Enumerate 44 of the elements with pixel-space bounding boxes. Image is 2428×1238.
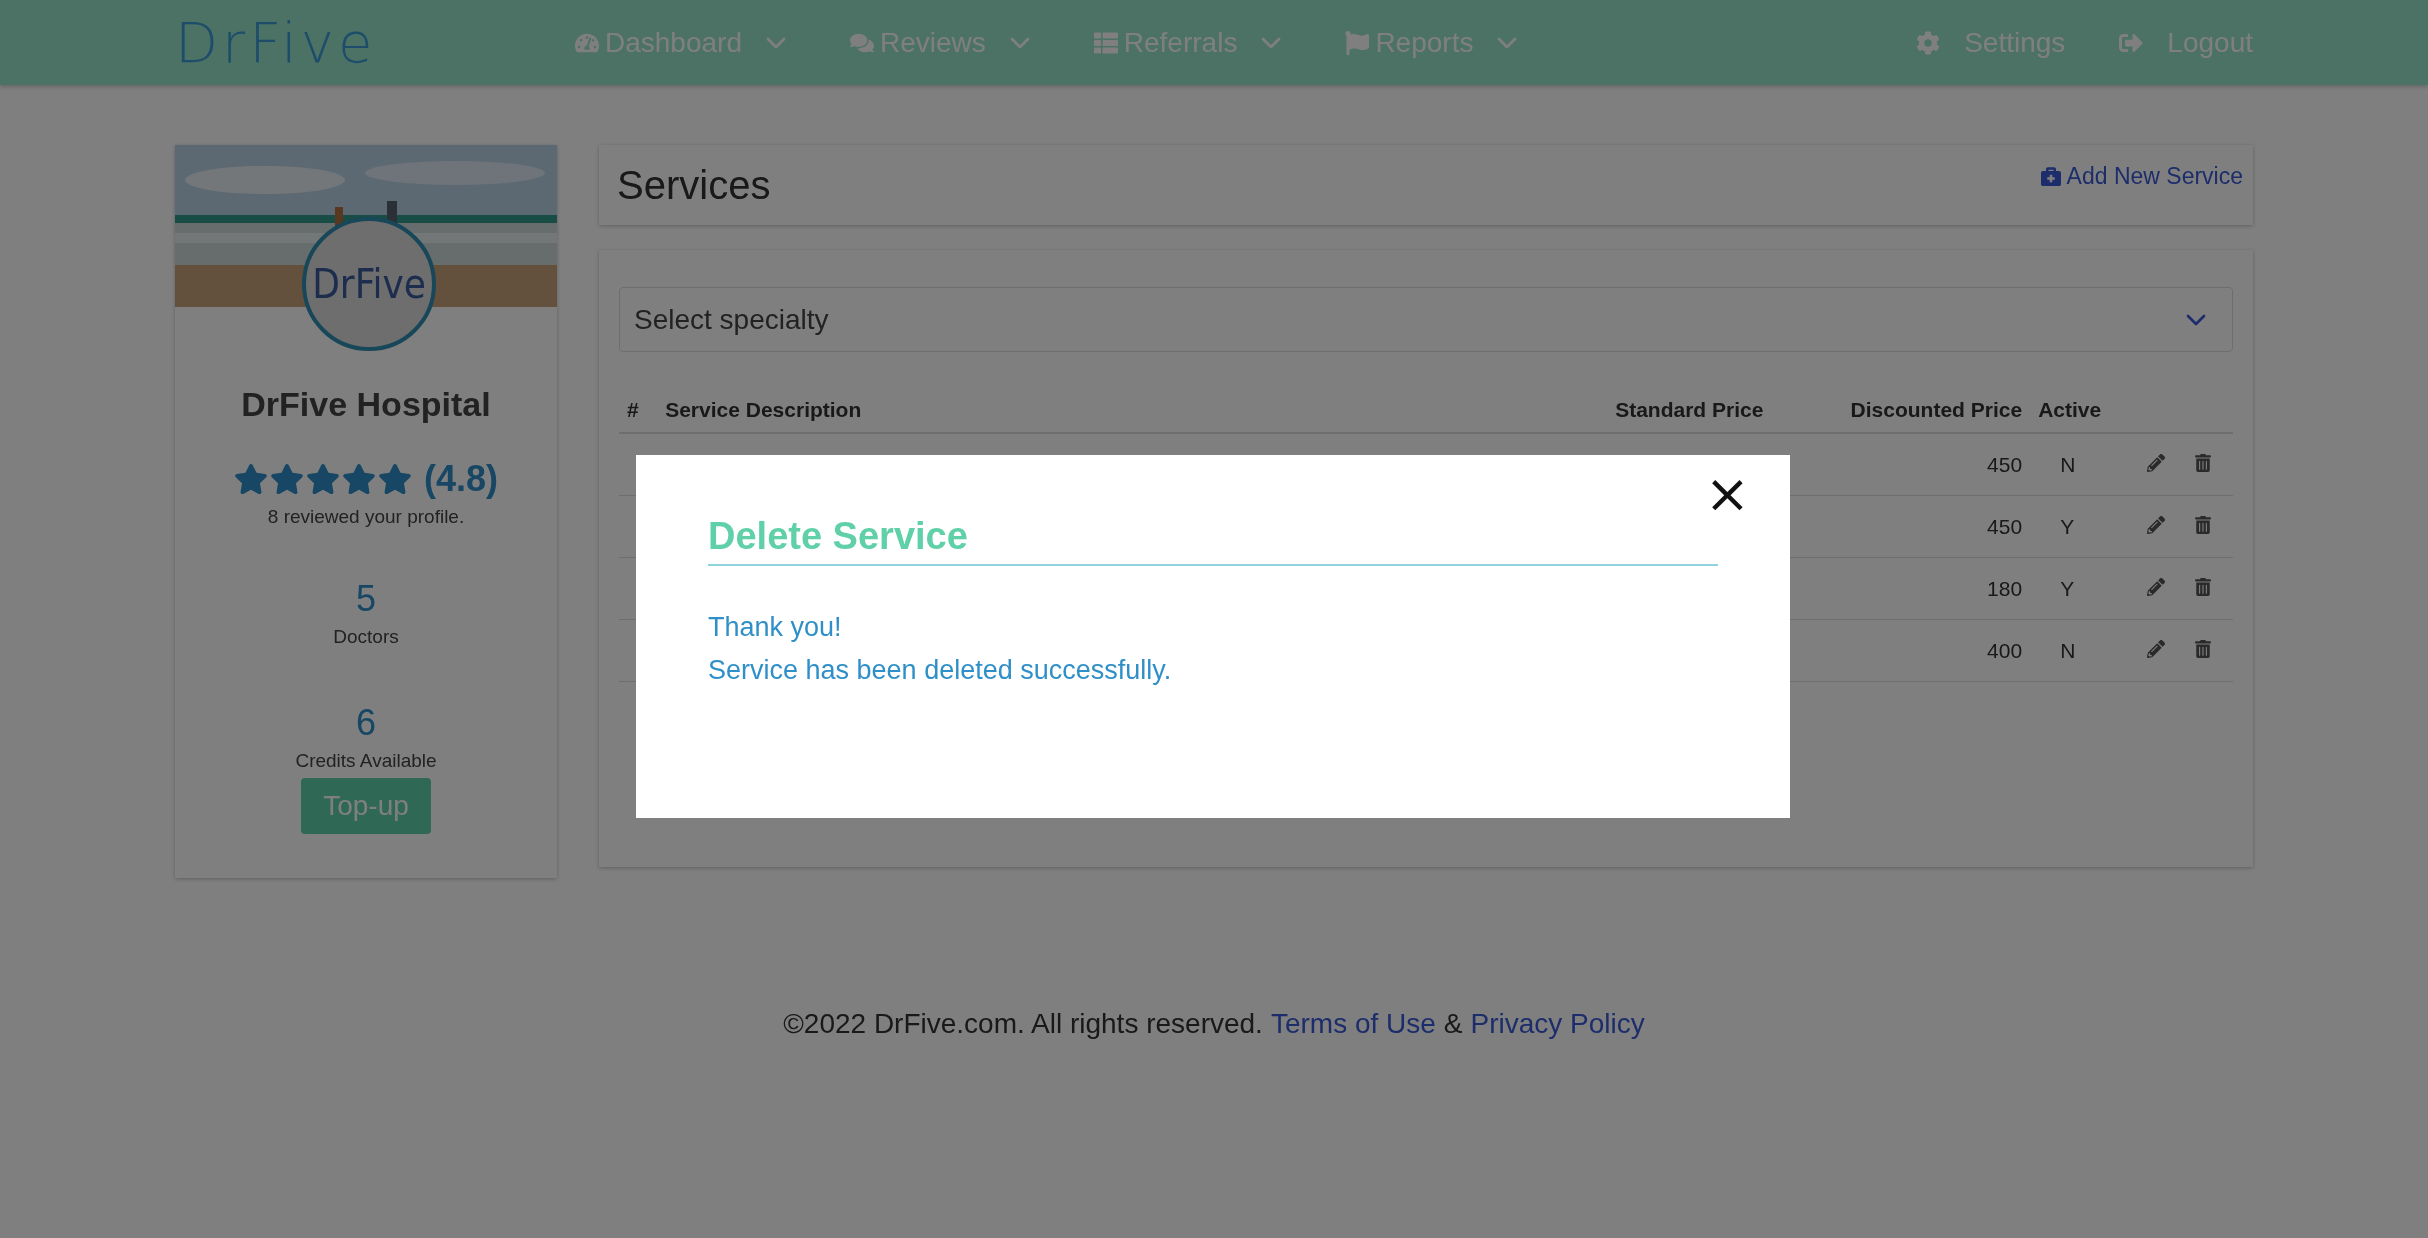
star-icon — [270, 462, 304, 496]
terms-link[interactable]: Terms of Use — [1270, 1008, 1436, 1040]
medical-case-icon — [2040, 166, 2061, 186]
stat-label: Doctors — [333, 626, 399, 648]
star-icon — [342, 462, 376, 496]
privacy-link[interactable]: Privacy Policy — [1470, 1008, 1645, 1040]
copyright-text: ©2022 DrFive.com. All rights reserved. — [783, 1008, 1263, 1040]
column-header: Service Description — [657, 388, 1545, 433]
review-count: 8 reviewed your profile. — [267, 506, 465, 528]
top-up-button[interactable]: Top-up — [301, 778, 431, 834]
modal-title: Delete Service — [708, 515, 1718, 566]
table-cell: Y — [2030, 495, 2140, 558]
delete-icon[interactable] — [2194, 577, 2213, 596]
edit-icon[interactable] — [2147, 453, 2166, 472]
stat-value: 5 — [356, 578, 376, 620]
edit-icon[interactable] — [2147, 577, 2166, 596]
hospital-name: DrFive Hospital — [241, 385, 491, 424]
delete-icon[interactable] — [2194, 453, 2213, 472]
stat-value: 6 — [356, 702, 376, 744]
edit-icon[interactable] — [2147, 639, 2166, 658]
page-title: Services — [617, 162, 771, 208]
table-cell: N — [2030, 433, 2140, 496]
table-cell: N — [2030, 619, 2140, 682]
column-header: Active — [2030, 388, 2140, 433]
delete-icon[interactable] — [2194, 515, 2213, 534]
rating-value: (4.8) — [424, 458, 498, 500]
star-icon — [234, 462, 268, 496]
column-header: Discounted Price — [1771, 388, 2031, 433]
edit-icon[interactable] — [2147, 515, 2166, 534]
star-icon — [306, 462, 340, 496]
delete-icon[interactable] — [2194, 639, 2213, 658]
add-service-link[interactable]: Add New Service — [2040, 162, 2243, 190]
table-cell: Y — [2030, 557, 2140, 620]
modal-message: Service has been deleted successfully. — [708, 654, 1173, 687]
list-icon — [1093, 30, 1118, 55]
specialty-select[interactable]: Select specialty — [619, 287, 2233, 352]
settings-icon — [1916, 30, 1941, 55]
flag-icon — [1345, 30, 1370, 55]
column-header: # — [619, 388, 658, 433]
column-header: Standard Price — [1544, 388, 1772, 433]
separator-text: & — [1443, 1008, 1463, 1040]
star-icon — [378, 462, 412, 496]
stat-label: Credits Available — [295, 750, 437, 772]
modal-message: Thank you! — [708, 611, 843, 644]
